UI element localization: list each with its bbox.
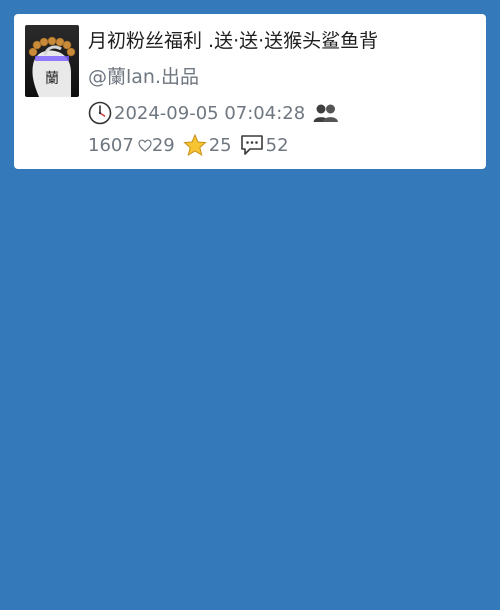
favorites-count: 25 bbox=[208, 134, 232, 156]
post-thumbnail[interactable]: 蘭 bbox=[25, 25, 79, 97]
comments-count: 52 bbox=[265, 134, 289, 156]
post-meta: 2024-09-05 07:04:28 bbox=[88, 100, 339, 126]
post-title[interactable]: 月初粉丝福利 .送·送·送猴头鲨鱼背 bbox=[88, 26, 378, 53]
post-stats: 1607 29 25 52 bbox=[88, 132, 289, 158]
star-icon[interactable] bbox=[182, 134, 207, 156]
comment-icon[interactable] bbox=[240, 134, 264, 156]
people-icon bbox=[313, 102, 339, 124]
post-card[interactable]: 蘭 月初粉丝福利 .送·送·送猴头鲨鱼背 @蘭lan.出品 2024-09-05… bbox=[14, 14, 486, 169]
heart-icon[interactable] bbox=[138, 139, 152, 152]
likes-count: 29 bbox=[151, 134, 175, 156]
svg-text:蘭: 蘭 bbox=[45, 71, 59, 87]
views-count: 1607 bbox=[88, 134, 134, 156]
post-timestamp: 2024-09-05 07:04:28 bbox=[114, 102, 306, 124]
clock-icon bbox=[88, 101, 112, 125]
post-author[interactable]: @蘭lan.出品 bbox=[88, 62, 199, 89]
